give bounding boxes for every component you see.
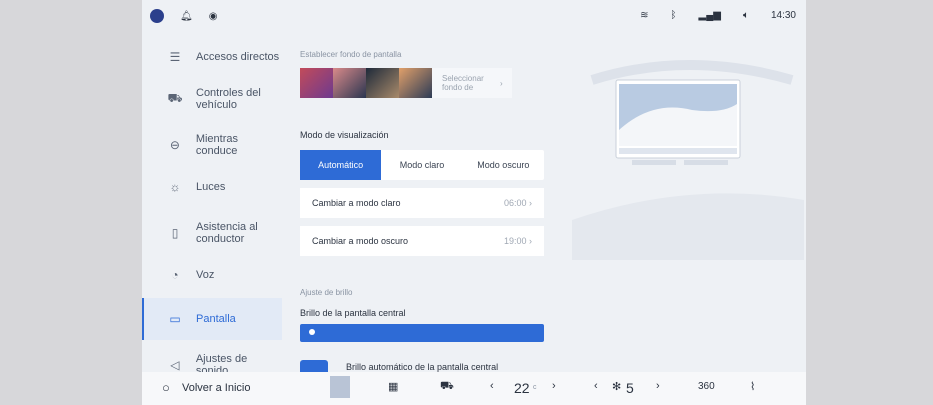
sun-icon: [309, 329, 315, 335]
signal-icon: ▂▄▆: [698, 10, 721, 21]
voice-icon: ◔: [171, 268, 179, 282]
sidebar-item-controles[interactable]: ⛟ Controles del vehículo: [142, 78, 282, 120]
chevron-right-icon: ›: [500, 78, 503, 88]
fan-down-icon[interactable]: ‹: [594, 380, 598, 392]
brightness-label: Brillo de la pantalla central: [300, 308, 406, 318]
display-mode-title: Modo de visualización: [300, 130, 389, 140]
wallpaper-thumb[interactable]: [333, 68, 366, 98]
row-label: Cambiar a modo claro: [312, 198, 401, 208]
temp-up-icon[interactable]: ›: [552, 380, 556, 392]
sidebar-item-label: Controles del vehículo: [196, 87, 261, 111]
fan-level: 5: [626, 380, 634, 396]
sidebar-item-label: Asistencia al conductor: [196, 221, 258, 245]
clock: 14:30: [770, 10, 796, 21]
brightness-slider[interactable]: [300, 324, 544, 342]
seat-heat-icon[interactable]: ⌇: [750, 380, 755, 393]
dashboard-preview-image: [572, 40, 804, 260]
notification-bell-icon[interactable]: 🔔︎: [180, 11, 193, 22]
sidebar-item-asistencia[interactable]: ▯ Asistencia al conductor: [142, 212, 282, 254]
brightness-section-label: Ajuste de brillo: [300, 288, 353, 297]
wallpaper-picker: Seleccionar fondo de ›: [300, 68, 544, 98]
app-tile-icon[interactable]: [330, 376, 350, 398]
row-label: Cambiar a modo oscuro: [312, 236, 409, 246]
switch-to-dark-row[interactable]: Cambiar a modo oscuro 19:00 ›: [300, 226, 544, 256]
wallpaper-thumb[interactable]: [399, 68, 432, 98]
car-icon[interactable]: ⛟: [440, 380, 454, 394]
sidebar-item-luces[interactable]: ☼ Luces: [142, 166, 282, 208]
sidebar-item-accesos-directos[interactable]: ☰ Accesos directos: [142, 36, 282, 78]
sidebar-item-label: Voz: [196, 269, 215, 281]
driver-assist-icon: ▯: [171, 226, 179, 240]
sidebar-item-label: Luces: [196, 181, 226, 193]
chevron-right-icon: ›: [529, 198, 532, 208]
fan-icon: ✻: [612, 381, 622, 393]
active-indicator: [142, 298, 144, 340]
mode-option-dark[interactable]: Modo oscuro: [463, 150, 544, 180]
select-wallpaper-label: Seleccionar fondo de: [442, 74, 484, 92]
mode-option-automatic[interactable]: Automático: [300, 150, 382, 180]
sidebar-item-pantalla[interactable]: ▭ Pantalla: [142, 298, 282, 340]
home-label[interactable]: Volver a Inicio: [182, 382, 250, 394]
status-bar: 🔔︎ ◉ ≋ ᛒ ▂▄▆ 🔈︎ 14:30: [142, 0, 806, 34]
bottom-dock: ○ Volver a Inicio ▦ ⛟ ‹ 22 c › ‹ ✻ 5 › 3…: [142, 372, 806, 405]
sidebar-item-label: Accesos directos: [196, 51, 280, 63]
temperature-value: 22: [514, 380, 530, 396]
row-value: 06:00: [503, 198, 527, 208]
steering-wheel-icon: ⊖: [169, 138, 180, 152]
display-icon: ▭: [169, 312, 181, 326]
profile-icon[interactable]: [150, 9, 164, 23]
bluetooth-icon: ᛒ: [670, 10, 677, 21]
switch-to-light-row[interactable]: Cambiar a modo claro 06:00 ›: [300, 188, 544, 218]
apps-grid-icon[interactable]: ▦: [388, 380, 398, 393]
sidebar-item-voz[interactable]: ◔ Voz: [142, 254, 282, 296]
settings-sidebar: ☰ Accesos directos ⛟ Controles del vehíc…: [142, 34, 282, 377]
car-controls-icon: ⛟: [167, 91, 183, 105]
sidebar-item-label: Pantalla: [196, 313, 236, 325]
display-mode-selector: Automático Modo claro Modo oscuro: [300, 150, 544, 180]
wallpaper-thumb[interactable]: [300, 68, 333, 98]
mode-option-light[interactable]: Modo claro: [381, 150, 462, 180]
home-circle-icon[interactable]: ○: [162, 380, 170, 395]
wallpaper-label: Establecer fondo de pantalla: [300, 50, 402, 59]
chevron-right-icon: ›: [529, 236, 532, 246]
row-value: 19:00: [503, 236, 527, 246]
volume-icon[interactable]: 🔈︎: [743, 10, 749, 21]
wallpaper-thumb[interactable]: [366, 68, 399, 98]
light-bulb-icon: ☼: [169, 180, 181, 194]
sidebar-item-label: Mientras conduce: [195, 133, 239, 157]
shortcuts-icon: ☰: [169, 50, 181, 64]
sidebar-item-mientras-conduce[interactable]: ⊖ Mientras conduce: [142, 124, 282, 166]
display-settings-screen: 🔔︎ ◉ ≋ ᛒ ▂▄▆ 🔈︎ 14:30 ☰ Accesos directos…: [142, 0, 806, 405]
view-360-button[interactable]: 360: [698, 381, 715, 392]
wifi-icon: ≋: [640, 10, 649, 21]
temp-down-icon[interactable]: ‹: [490, 380, 494, 392]
select-wallpaper-button[interactable]: Seleccionar fondo de ›: [432, 68, 512, 98]
temperature-unit: c: [533, 384, 537, 391]
speaker-icon: ◁: [170, 358, 180, 372]
fan-up-icon[interactable]: ›: [656, 380, 660, 392]
location-icon[interactable]: ◉: [209, 11, 218, 22]
auto-brightness-label: Brillo automático de la pantalla central: [346, 362, 499, 372]
